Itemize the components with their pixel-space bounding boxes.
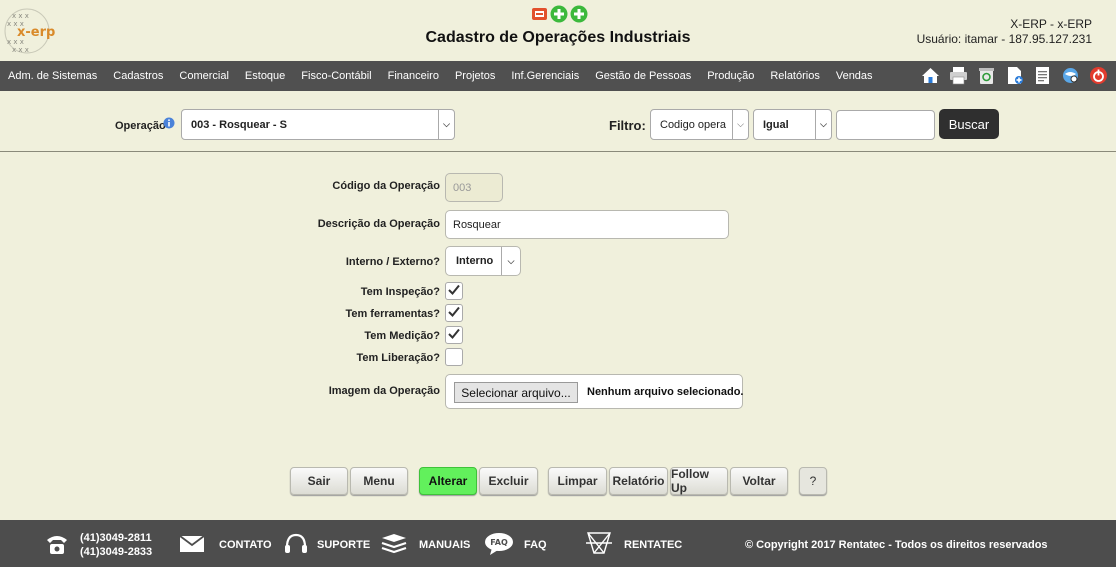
check-icon xyxy=(448,326,460,344)
medicao-label: Tem Medição? xyxy=(364,330,440,342)
manuais-link[interactable]: MANUAIS xyxy=(419,539,470,551)
ferramentas-checkbox[interactable] xyxy=(445,304,463,322)
chevron-down-icon: ⌵ xyxy=(501,247,520,275)
search-web-icon[interactable] xyxy=(1061,66,1080,85)
rentatec-logo-icon xyxy=(586,532,612,554)
operation-select[interactable]: 003 - Rosquear - S ⌵ xyxy=(181,109,455,140)
menu-financeiro[interactable]: Financeiro xyxy=(388,70,439,82)
menu-producao[interactable]: Produção xyxy=(707,70,754,82)
descricao-label: Descrição da Operação xyxy=(317,218,440,230)
faq-icon-text: FAQ xyxy=(490,538,508,547)
excluir-button[interactable]: Excluir xyxy=(479,467,538,495)
contato-link[interactable]: CONTATO xyxy=(219,539,272,551)
menu-estoque[interactable]: Estoque xyxy=(245,70,285,82)
imagem-file-input: Selecionar arquivo... Nenhum arquivo sel… xyxy=(445,374,743,409)
interno-externo-select[interactable]: Interno ⌵ xyxy=(445,246,521,276)
check-icon xyxy=(448,304,460,322)
codigo-label: Código da Operação xyxy=(332,180,440,192)
recycle-icon[interactable] xyxy=(977,66,996,85)
headset-icon xyxy=(285,533,307,553)
phone-number-2: (41)3049-2833 xyxy=(80,546,153,558)
interno-externo-value: Interno xyxy=(456,255,494,267)
descricao-field[interactable]: Rosquear xyxy=(445,210,729,239)
liberacao-label: Tem Liberação? xyxy=(356,352,440,364)
copyright: © Copyright 2017 Rentatec - Todos os dir… xyxy=(745,539,1048,551)
check-icon xyxy=(448,282,460,300)
follow-up-button[interactable]: Follow Up xyxy=(670,467,728,495)
medicao-checkbox[interactable] xyxy=(445,326,463,344)
power-icon[interactable] xyxy=(1089,66,1108,85)
help-button[interactable]: ? xyxy=(799,467,827,495)
search-button[interactable]: Buscar xyxy=(939,109,999,139)
file-status: Nenhum arquivo selecionado. xyxy=(587,386,744,398)
menu-adm-sistemas[interactable]: Adm. de Sistemas xyxy=(8,70,97,82)
menu-button[interactable]: Menu xyxy=(350,467,408,495)
document-icon[interactable] xyxy=(1033,66,1052,85)
limpar-button[interactable]: Limpar xyxy=(548,467,607,495)
menu-inf-gerenciais[interactable]: Inf.Gerenciais xyxy=(511,70,579,82)
company-name: X-ERP - x-ERP xyxy=(1010,17,1092,31)
filter-label: Filtro: xyxy=(609,118,646,133)
svg-text:x x x: x x x xyxy=(12,12,29,20)
print-icon[interactable] xyxy=(949,66,968,85)
chevron-down-icon: ⌵ xyxy=(732,110,748,139)
voltar-button[interactable]: Voltar xyxy=(730,467,788,495)
chevron-down-icon: ⌵ xyxy=(438,110,454,139)
faq-link[interactable]: FAQ xyxy=(524,539,547,551)
interno-externo-label: Interno / Externo? xyxy=(345,256,440,268)
alterar-button[interactable]: Alterar xyxy=(419,467,477,495)
add-new-icon[interactable] xyxy=(570,5,588,23)
menu-comercial[interactable]: Comercial xyxy=(179,70,229,82)
menu-cadastros[interactable]: Cadastros xyxy=(113,70,163,82)
books-icon xyxy=(381,534,407,554)
filter-field-value: Codigo opera xyxy=(660,118,727,131)
liberacao-checkbox[interactable] xyxy=(445,348,463,366)
header: x x x x x x x x x x x x x-erp Cadastro d… xyxy=(0,0,1116,61)
menu-gestao-pessoas[interactable]: Gestão de Pessoas xyxy=(595,70,691,82)
operation-select-value: 003 - Rosquear - S xyxy=(191,118,287,131)
operation-filter-bar: Operação 003 - Rosquear - S ⌵ Filtro: Co… xyxy=(0,91,1116,152)
operation-label: Operação xyxy=(115,120,166,132)
filter-operator-select[interactable]: Igual ⌵ xyxy=(753,109,832,140)
ferramentas-label: Tem ferramentas? xyxy=(345,308,440,320)
new-doc-icon[interactable] xyxy=(1005,66,1024,85)
filter-field-select[interactable]: Codigo opera ⌵ xyxy=(650,109,749,140)
user-info: X-ERP - x-ERP Usuário: itamar - 187.95.1… xyxy=(917,17,1092,47)
user-ip: Usuário: itamar - 187.95.127.231 xyxy=(916,32,1092,46)
add-icon[interactable] xyxy=(550,5,568,23)
top-icons xyxy=(531,5,588,23)
menu-fisco-contabil[interactable]: Fisco-Contábil xyxy=(301,70,371,82)
menu-vendas[interactable]: Vendas xyxy=(836,70,873,82)
faq-icon: FAQ xyxy=(485,533,513,555)
footer: (41)3049-2811 (41)3049-2833 CONTATO SUPO… xyxy=(0,520,1116,567)
home-icon[interactable] xyxy=(921,66,940,85)
select-file-button[interactable]: Selecionar arquivo... xyxy=(454,382,578,403)
sair-button[interactable]: Sair xyxy=(290,467,348,495)
toolbar-icons xyxy=(921,66,1108,85)
rentatec-link[interactable]: RENTATEC xyxy=(624,539,682,551)
filter-value-input[interactable] xyxy=(836,110,935,140)
filter-operator-value: Igual xyxy=(763,118,789,131)
menu-relatorios[interactable]: Relatórios xyxy=(770,70,820,82)
menu-projetos[interactable]: Projetos xyxy=(455,70,495,82)
phone-number-1: (41)3049-2811 xyxy=(80,532,152,544)
mail-icon xyxy=(179,535,205,552)
suporte-link[interactable]: SUPORTE xyxy=(317,539,370,551)
phone-icon xyxy=(47,536,67,554)
inspecao-label: Tem Inspeção? xyxy=(360,286,440,298)
codigo-field: 003 xyxy=(445,173,503,202)
main-menubar: Adm. de Sistemas Cadastros Comercial Est… xyxy=(0,61,1116,91)
inspecao-checkbox[interactable] xyxy=(445,282,463,300)
svg-text:x x x: x x x xyxy=(12,46,29,54)
info-icon[interactable] xyxy=(163,117,175,129)
relatorio-button[interactable]: Relatório xyxy=(609,467,668,495)
chevron-down-icon: ⌵ xyxy=(815,110,831,139)
imagem-label: Imagem da Operação xyxy=(328,385,440,397)
report-icon[interactable] xyxy=(531,5,548,22)
